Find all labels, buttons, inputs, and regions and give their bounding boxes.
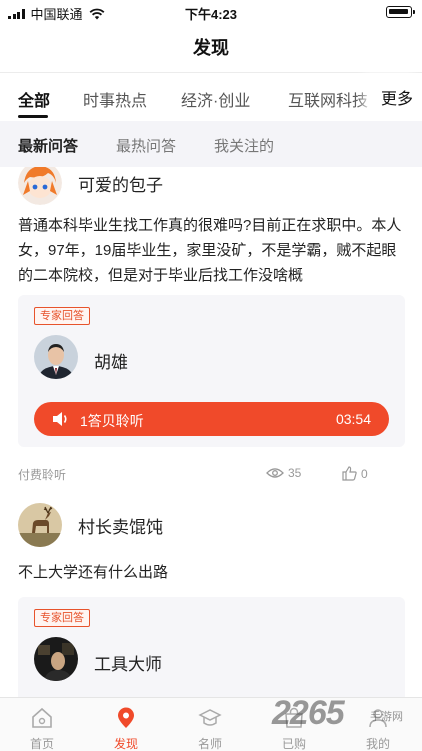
post-author-row[interactable]: 村长卖馄饨 (18, 503, 163, 547)
status-bar: 中国联通 下午4:23 (0, 0, 422, 24)
expert-name[interactable]: 工具大师 (94, 650, 162, 675)
sub-tab-bar: 最新问答 最热问答 我关注的 (0, 121, 422, 167)
tab-internet-tech[interactable]: 互联网科技 (288, 87, 368, 111)
tab-me-label: 我的 (365, 737, 390, 751)
view-count-value: 35 (288, 466, 302, 480)
tab-teachers[interactable]: 名师 (168, 698, 252, 751)
tab-teachers-label: 名师 (197, 737, 222, 751)
watermark-suffix: 手游网 (370, 711, 403, 723)
expert-answer-badge: 专家回答 (34, 307, 90, 325)
expert-answer-badge: 专家回答 (34, 609, 90, 627)
subtab-following[interactable]: 我关注的 (214, 135, 274, 156)
tab-discover-label: 发现 (113, 737, 138, 751)
paid-listen-label: 付费聆听 (18, 468, 67, 482)
eye-icon (266, 468, 284, 478)
listen-audio-button[interactable]: 1答贝聆听 03:54 (34, 402, 389, 436)
like-button[interactable]: 0 (342, 466, 368, 481)
tab-home[interactable]: 首页 (0, 698, 84, 751)
tab-economy-startup[interactable]: 经济·创业 (181, 87, 250, 111)
tab-all[interactable]: 全部 (18, 87, 50, 111)
listen-label: 1答贝聆听 (80, 413, 144, 429)
active-tab-indicator (18, 115, 48, 118)
avatar[interactable] (18, 503, 62, 547)
like-count-value: 0 (361, 466, 368, 481)
post-meta-row: 付费聆听 35 0 (18, 466, 405, 483)
expert-answer-card[interactable]: 专家回答 工具大师 (18, 597, 405, 697)
battery-icon (386, 6, 415, 18)
subtab-latest[interactable]: 最新问答 (18, 135, 78, 156)
page-title: 发现 (193, 38, 229, 58)
avatar[interactable] (18, 167, 62, 205)
thumbs-up-icon (342, 466, 357, 481)
graduation-cap-icon (198, 709, 222, 726)
tab-current-affairs[interactable]: 时事热点 (83, 87, 147, 111)
category-tab-bar: 全部 时事热点 经济·创业 互联网科技 更多 (0, 73, 422, 121)
expert-name[interactable]: 胡雄 (94, 348, 128, 373)
home-icon (32, 707, 52, 728)
question-text[interactable]: 普通本科毕业生找工作真的很难吗?目前正在求职中。本人女，97年，19届毕业生，家… (18, 213, 408, 288)
status-time: 下午4:23 (184, 7, 238, 22)
expert-answer-card[interactable]: 专家回答 胡雄 1答贝聆听 03:54 (18, 295, 405, 447)
audio-duration: 03:54 (335, 411, 371, 427)
subtab-hottest[interactable]: 最热问答 (116, 135, 176, 156)
location-pin-icon (118, 707, 134, 728)
tab-discover[interactable]: 发现 (84, 698, 168, 751)
view-count: 35 (266, 466, 301, 480)
author-name[interactable]: 可爱的包子 (78, 171, 163, 196)
expert-avatar[interactable] (34, 637, 78, 681)
watermark-logo: 2265 手游网 (272, 694, 422, 732)
watermark-brand: 2265 (272, 694, 345, 732)
expert-avatar[interactable] (34, 335, 78, 379)
question-text[interactable]: 不上大学还有什么出路 (18, 560, 408, 585)
qa-feed[interactable]: 可爱的包子 普通本科毕业生找工作真的很难吗?目前正在求职中。本人女，97年，19… (0, 167, 422, 697)
author-name[interactable]: 村长卖馄饨 (78, 513, 163, 538)
tab-purchased-label: 已购 (281, 737, 306, 751)
more-categories-button[interactable]: 更多 (372, 73, 422, 121)
speaker-icon (53, 412, 67, 426)
post-author-row[interactable]: 可爱的包子 (18, 167, 163, 205)
tab-home-label: 首页 (29, 737, 54, 751)
